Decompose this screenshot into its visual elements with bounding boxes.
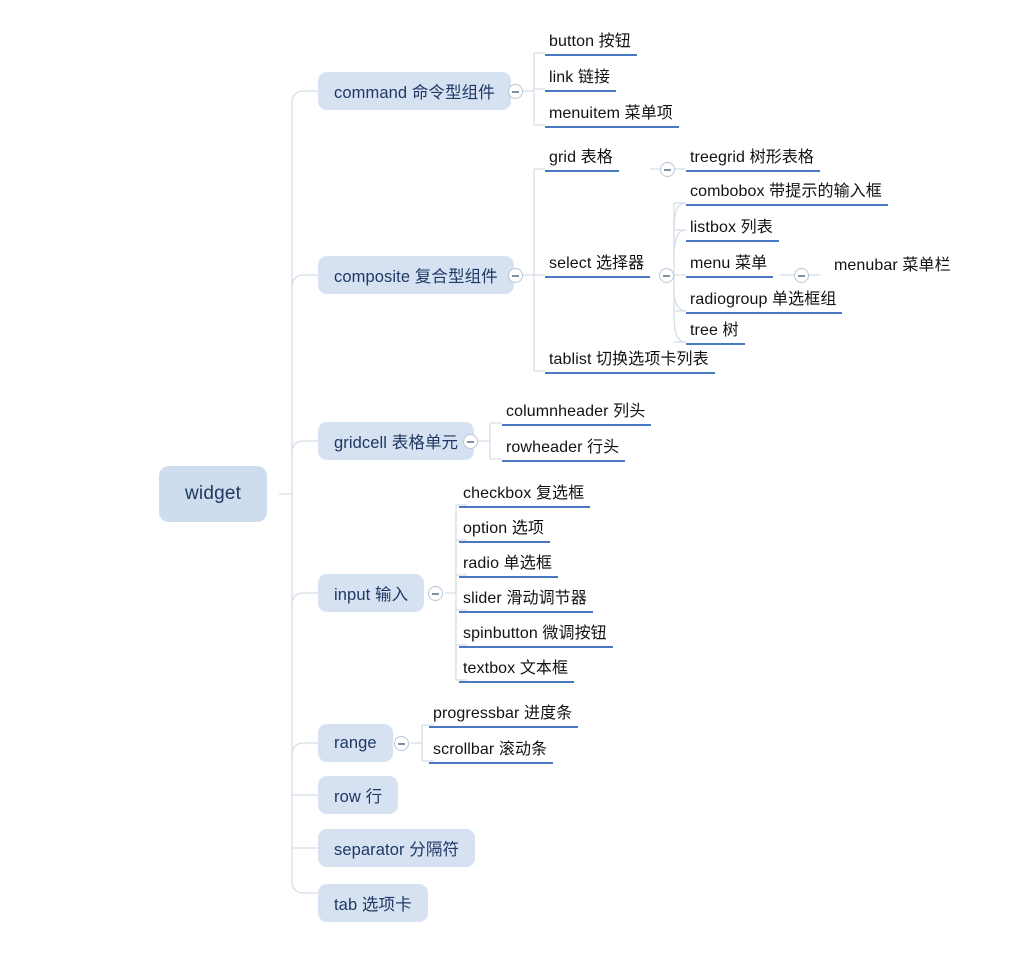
leaf-label-tablist: tablist 切换选项卡列表 [549, 351, 709, 368]
leaf-label-treegrid: treegrid 树形表格 [690, 149, 814, 166]
leaf-node-columnheader[interactable]: columnheader 列头 [502, 394, 652, 426]
leaf-node-radiogroup[interactable]: radiogroup 单选框组 [686, 282, 843, 314]
leaf-node-option[interactable]: option 选项 [459, 511, 550, 543]
branch-node-row[interactable]: row 行 [318, 776, 399, 814]
leaf-node-link[interactable]: link 链接 [545, 60, 617, 92]
collapse-toggle-input[interactable] [428, 586, 443, 601]
branch-node-range[interactable]: range [318, 724, 393, 762]
leaf-node-treegrid[interactable]: treegrid 树形表格 [686, 140, 820, 172]
leaf-label-link: link 链接 [549, 69, 611, 86]
leaf-node-tablist[interactable]: tablist 切换选项卡列表 [545, 342, 715, 374]
leaf-label-columnheader: columnheader 列头 [506, 403, 646, 420]
branch-label-tab: tab 选项卡 [334, 896, 412, 914]
leaf-label-option: option 选项 [463, 520, 544, 537]
leaf-label-radiogroup: radiogroup 单选框组 [690, 291, 837, 308]
collapse-toggle-range[interactable] [394, 736, 409, 751]
root-node-label: widget [185, 483, 242, 504]
node-grid[interactable]: grid 表格 [545, 140, 619, 172]
branch-node-composite[interactable]: composite 复合型组件 [318, 256, 514, 294]
branch-node-separator[interactable]: separator 分隔符 [318, 829, 476, 867]
collapse-toggle-menu[interactable] [794, 268, 809, 283]
leaf-label-slider: slider 滑动调节器 [463, 590, 587, 607]
leaf-node-scrollbar[interactable]: scrollbar 滚动条 [429, 732, 554, 764]
leaf-node-spinbutton[interactable]: spinbutton 微调按钮 [459, 616, 613, 648]
leaf-node-textbox[interactable]: textbox 文本框 [459, 651, 575, 683]
label-select: select 选择器 [549, 255, 645, 272]
leaf-label-combobox: combobox 带提示的输入框 [690, 183, 882, 200]
leaf-label-rowheader: rowheader 行头 [506, 439, 620, 456]
leaf-label-scrollbar: scrollbar 滚动条 [433, 741, 548, 758]
leaf-node-menuitem[interactable]: menuitem 菜单项 [545, 96, 679, 128]
branch-label-separator: separator 分隔符 [334, 841, 460, 859]
collapse-toggle-composite[interactable] [508, 268, 523, 283]
leaf-node-radio[interactable]: radio 单选框 [459, 546, 558, 578]
branch-label-command: command 命令型组件 [334, 84, 495, 102]
label-menu: menu 菜单 [690, 255, 768, 272]
leaf-node-rowheader[interactable]: rowheader 行头 [502, 430, 626, 462]
branch-node-command[interactable]: command 命令型组件 [318, 72, 511, 110]
branch-label-row: row 行 [334, 788, 383, 806]
node-menu[interactable]: menu 菜单 [686, 246, 774, 278]
node-select[interactable]: select 选择器 [545, 246, 651, 278]
branch-node-tab[interactable]: tab 选项卡 [318, 884, 428, 922]
branch-node-input[interactable]: input 输入 [318, 574, 425, 612]
leaf-node-slider[interactable]: slider 滑动调节器 [459, 581, 593, 613]
root-node-widget[interactable]: widget [159, 466, 268, 522]
branch-node-gridcell[interactable]: gridcell 表格单元 [318, 422, 475, 460]
label-grid: grid 表格 [549, 149, 613, 166]
leaf-node-listbox[interactable]: listbox 列表 [686, 210, 779, 242]
leaf-node-progressbar[interactable]: progressbar 进度条 [429, 696, 579, 728]
leaf-label-checkbox: checkbox 复选框 [463, 485, 585, 502]
leaf-label-listbox: listbox 列表 [690, 219, 773, 236]
leaf-node-combobox[interactable]: combobox 带提示的输入框 [686, 174, 888, 206]
leaf-node-tree[interactable]: tree 树 [686, 313, 745, 345]
collapse-toggle-command[interactable] [508, 84, 523, 99]
leaf-label-menuitem: menuitem 菜单项 [549, 105, 673, 122]
leaf-label-tree: tree 树 [690, 322, 739, 339]
mindmap-canvas: widget command 命令型组件 button 按钮 link 链接 m… [0, 0, 1030, 969]
leaf-label-menubar: menubar 菜单栏 [834, 257, 951, 274]
leaf-label-radio: radio 单选框 [463, 555, 552, 572]
collapse-toggle-grid[interactable] [660, 162, 675, 177]
branch-label-input: input 输入 [334, 586, 409, 604]
branch-label-range: range [334, 733, 377, 752]
branch-label-composite: composite 复合型组件 [334, 268, 498, 286]
leaf-label-progressbar: progressbar 进度条 [433, 705, 573, 722]
branch-label-gridcell: gridcell 表格单元 [334, 434, 459, 452]
leaf-node-checkbox[interactable]: checkbox 复选框 [459, 476, 591, 508]
leaf-label-spinbutton: spinbutton 微调按钮 [463, 625, 607, 642]
leaf-node-menubar[interactable]: menubar 菜单栏 [830, 246, 957, 278]
collapse-toggle-gridcell[interactable] [463, 434, 478, 449]
leaf-label-textbox: textbox 文本框 [463, 660, 569, 677]
leaf-label-button: button 按钮 [549, 33, 631, 50]
leaf-node-button[interactable]: button 按钮 [545, 24, 637, 56]
collapse-toggle-select[interactable] [659, 268, 674, 283]
